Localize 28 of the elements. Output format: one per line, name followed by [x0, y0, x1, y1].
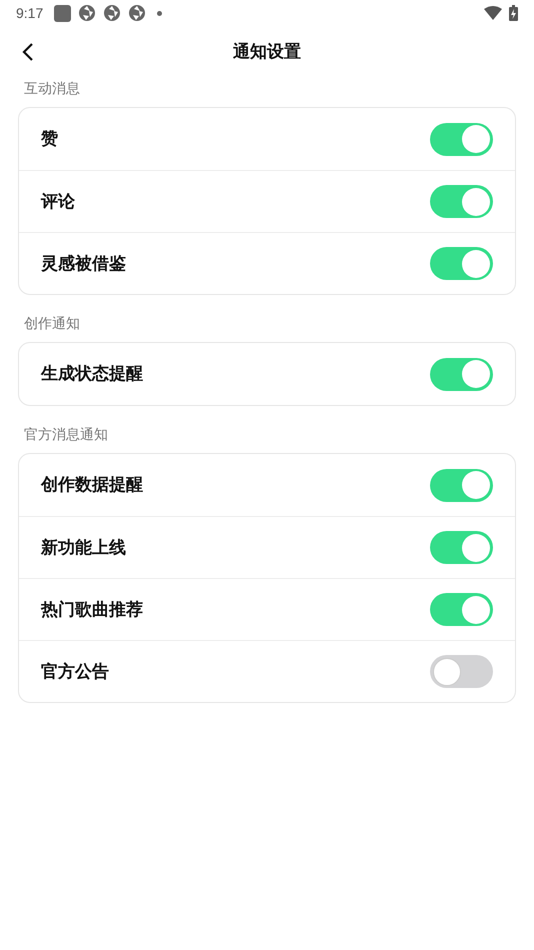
- aperture-icon: [78, 4, 96, 22]
- toggle-switch[interactable]: [430, 593, 493, 626]
- setting-label: 生成状态提醒: [41, 363, 144, 386]
- toggle-switch[interactable]: [430, 531, 493, 564]
- setting-label: 灵感被借鉴: [41, 252, 127, 275]
- app-icon: [54, 4, 72, 22]
- status-time: 9:17: [16, 4, 44, 22]
- setting-label: 官方公告: [41, 660, 110, 683]
- toggle-switch[interactable]: [430, 358, 493, 390]
- section-title: 创作通知: [23, 314, 81, 333]
- aperture-icon: [103, 4, 122, 22]
- page-title: 通知设置: [233, 41, 301, 64]
- battery-icon: [509, 5, 518, 21]
- setting-label: 新功能上线: [41, 536, 127, 559]
- section-title: 官方消息通知: [23, 425, 109, 444]
- toggle-switch[interactable]: [430, 468, 493, 502]
- wifi-icon: [484, 6, 502, 20]
- setting-label: 赞: [41, 128, 59, 150]
- toggle-switch[interactable]: [430, 655, 493, 688]
- toggle-switch[interactable]: [430, 247, 493, 280]
- toggle-switch[interactable]: [430, 122, 493, 156]
- setting-label: 评论: [41, 190, 76, 213]
- setting-label: 创作数据提醒: [41, 474, 144, 496]
- aperture-icon: [128, 4, 146, 22]
- back-button[interactable]: [20, 42, 36, 62]
- section-title: 互动消息: [23, 79, 81, 98]
- setting-label: 热门歌曲推荐: [41, 598, 144, 621]
- toggle-switch[interactable]: [430, 185, 493, 218]
